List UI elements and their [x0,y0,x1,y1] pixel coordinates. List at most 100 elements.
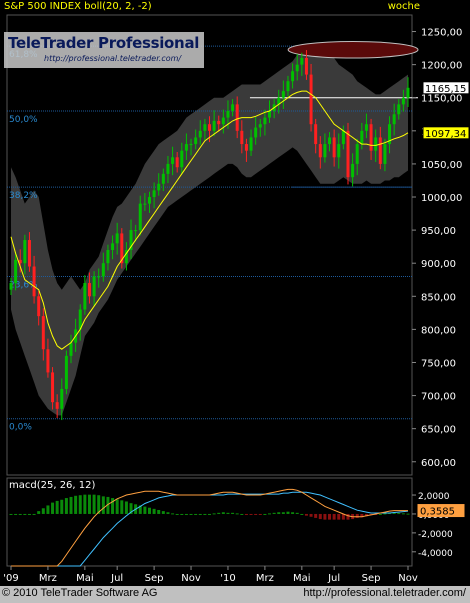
macd-histogram-bar [318,513,322,520]
candle-body [157,183,161,191]
candle-body [235,104,239,131]
candle-body [318,144,322,158]
brand-watermark: TeleTrader Professional http://professio… [0,32,210,72]
candle-body [226,110,230,118]
candle-body [314,124,318,145]
price-tick-label: 1050,00 [421,160,462,171]
macd-histogram-bar [401,513,405,515]
candle-body [281,91,285,98]
macd-histogram-bar [166,512,170,514]
macd-tick-label: 2,0000 [418,492,450,502]
fib-label: 38,2% [9,191,38,201]
macd-histogram-bar [189,513,193,515]
macd-histogram-bar [332,513,336,520]
x-tick-label: Mai [293,573,311,584]
macd-histogram-bar [92,494,96,514]
candle-body [208,124,211,131]
brand-url: http://professional.teletrader.com/ [44,54,182,63]
macd-histogram-bar [23,513,27,515]
macd-histogram-bar [244,513,248,515]
candle-body [9,283,13,290]
x-tick-label: Jul [110,573,123,584]
candle-body [341,130,345,145]
last-price-tag: 1165,15 [425,84,466,95]
candle-body [166,163,170,174]
price-tick-label: 1250,00 [421,28,462,39]
candle-body [152,190,156,198]
candle-body [332,137,336,158]
candle-body [397,104,401,115]
macd-histogram-bar [217,512,221,514]
candle-body [401,97,405,105]
macd-histogram-bar [231,512,235,514]
candle-body [27,240,31,267]
macd-histogram-bar [254,513,258,515]
macd-histogram-bar [406,513,410,515]
candle-body [64,355,68,389]
macd-histogram-bar [41,508,45,514]
macd-histogram-bar [111,498,115,514]
candle-body [374,137,378,151]
footer-url[interactable]: http://professional.teletrader.com/ [303,587,466,599]
macd-histogram-bar [184,513,188,515]
macd-histogram-bar [69,496,73,514]
macd-title: macd(25, 26, 12) [9,480,96,491]
x-tick-label: Sep [362,573,381,584]
x-tick-label: '10 [220,573,235,584]
chart-window: 61,8%50,0%38,2%23,6%0,0%600,00650,00700,… [0,0,470,603]
macd-value-tag: 0,3585 [420,507,455,518]
macd-histogram-bar [258,513,262,515]
macd-histogram-bar [198,513,202,515]
resistance-zone [287,40,419,59]
macd-histogram-bar [18,513,22,515]
x-tick-label: '09 [3,573,18,584]
macd-histogram-bar [143,506,147,514]
candle-body [115,233,119,244]
candle-body [14,259,18,284]
copyright-text: © 2010 TeleTrader Software AG [2,587,158,599]
candle-body [23,240,27,264]
candle-body [346,130,350,178]
candle-body [203,124,207,131]
candle-body [263,117,267,125]
macd-histogram-bar [328,513,332,520]
candle-body [198,130,202,138]
price-tick-label: 850,00 [421,292,456,303]
macd-histogram-bar [314,513,318,518]
macd-histogram-bar [291,512,295,514]
status-footer: © 2010 TeleTrader Software AG http://pro… [0,586,470,603]
macd-histogram-bar [263,513,267,515]
candle-body [355,144,359,164]
macd-histogram-bar [309,513,313,517]
macd-histogram-bar [277,512,281,514]
macd-histogram-bar [203,513,207,515]
macd-histogram-bar [240,513,244,515]
candle-body [364,124,368,131]
candle-body [101,263,105,277]
price-tick-label: 950,00 [421,226,456,237]
macd-histogram-bar [147,507,151,514]
candle-body [32,266,36,297]
macd-histogram-bar [78,495,82,514]
macd-histogram-bar [27,513,31,515]
macd-histogram-bar [268,513,272,515]
macd-histogram-bar [87,494,91,514]
x-tick-label: Nov [181,573,201,584]
candle-body [180,150,184,168]
candle-body [337,144,341,158]
fib-label: 50,0% [9,115,38,125]
period-label: woche [387,1,420,12]
brand-name: TeleTrader Professional [8,34,200,52]
candle-body [143,203,147,205]
price-tick-label: 700,00 [421,392,456,403]
chart-header: S&P 500 INDEX boll(20, 2, -2) woche [0,0,470,15]
candle-body [369,124,373,151]
price-tick-label: 650,00 [421,425,456,436]
candle-body [69,342,73,356]
candle-body [55,402,59,409]
candle-body [92,276,96,297]
candle-body [97,276,101,278]
candle-body [138,203,142,231]
candle-body [249,137,253,151]
macd-histogram-bar [378,513,382,515]
